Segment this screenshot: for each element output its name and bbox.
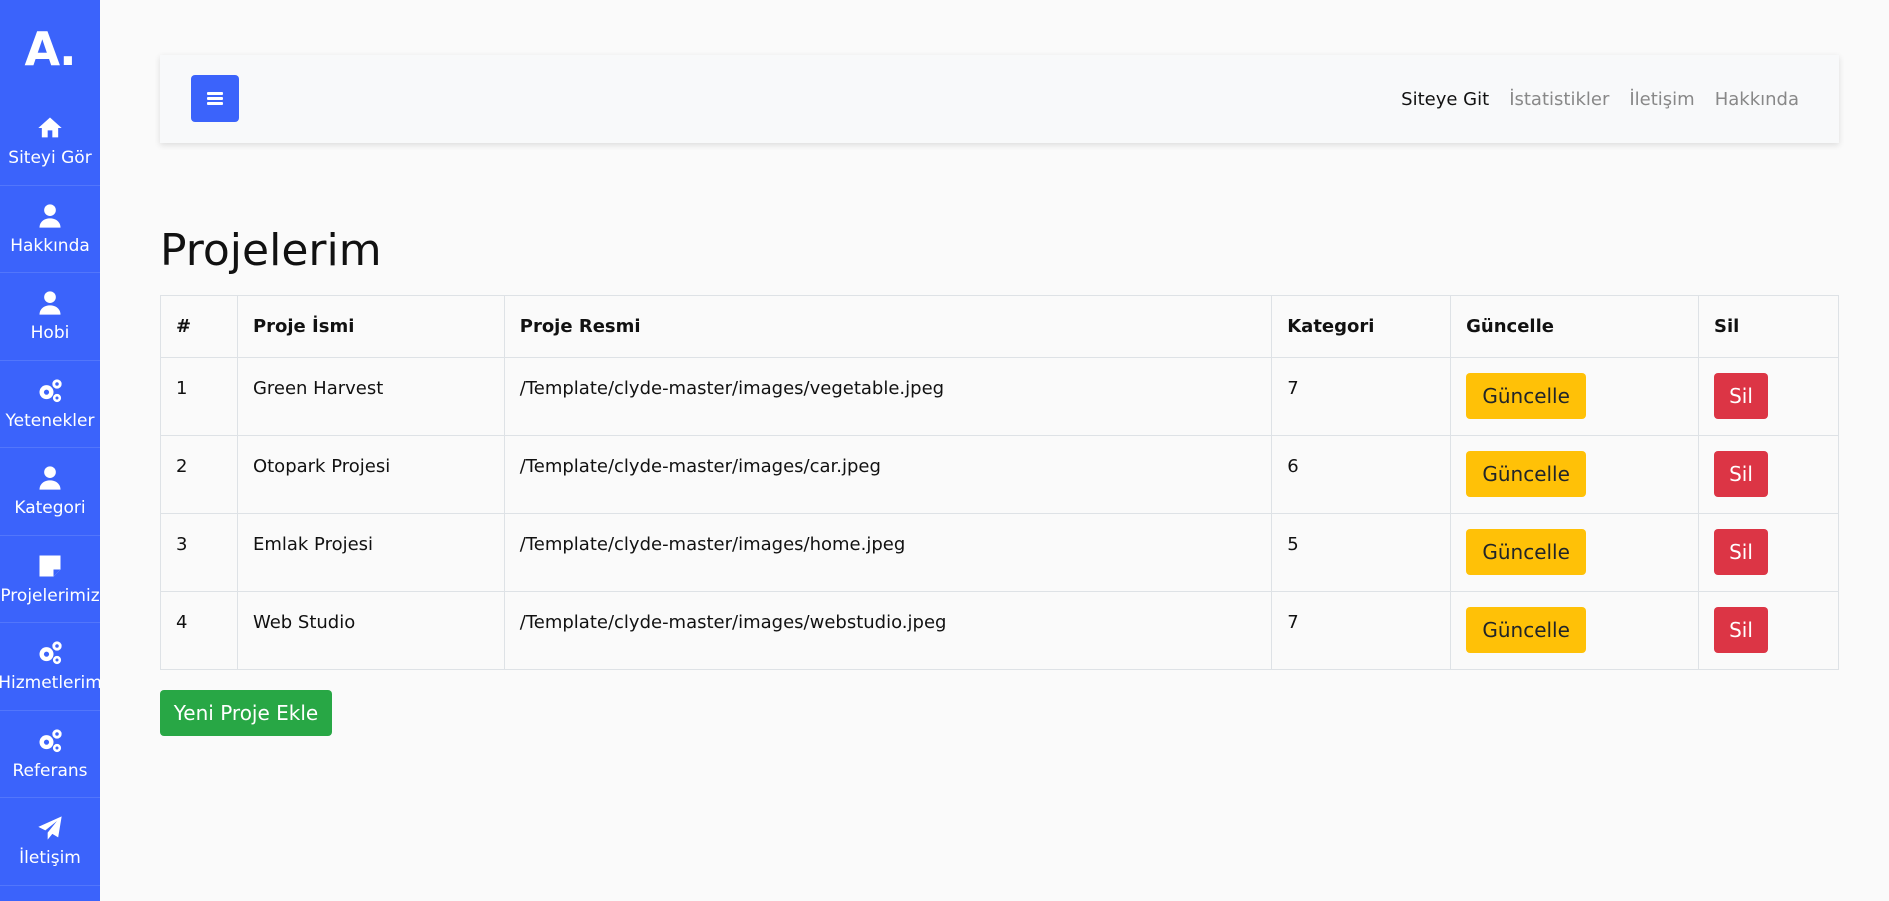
delete-button[interactable]: Sil	[1714, 529, 1769, 575]
table-row: 2 Otopark Projesi /Template/clyde-master…	[160, 435, 1839, 514]
nav-link-hakkinda[interactable]: Hakkında	[1715, 89, 1799, 110]
cell-name: Emlak Projesi	[236, 513, 505, 592]
update-button[interactable]: Güncelle	[1466, 529, 1587, 575]
gears-icon	[39, 379, 62, 402]
cell-delete: Sil	[1698, 591, 1839, 670]
nav-link-istatistikler[interactable]: İstatistikler	[1509, 89, 1609, 110]
top-navbar: Siteye Git İstatistikler İletişim Hakkın…	[160, 55, 1839, 143]
cell-image-path: /Template/clyde-master/images/webstudio.…	[503, 591, 1273, 670]
cell-name: Otopark Projesi	[236, 435, 505, 514]
gears-icon	[39, 641, 62, 665]
logo-dot: .	[59, 22, 77, 76]
sidebar-item-label: Kategori	[14, 498, 86, 519]
sidebar-toggle-button[interactable]	[191, 75, 239, 122]
cell-category: 7	[1271, 357, 1452, 436]
home-icon	[38, 117, 62, 138]
sidebar-item-label: Hizmetlerim	[0, 673, 100, 694]
sidebar-item-hakkinda[interactable]: Hakkında	[0, 186, 100, 273]
cell-category: 7	[1271, 591, 1452, 670]
update-button[interactable]: Güncelle	[1466, 607, 1587, 653]
update-button[interactable]: Güncelle	[1466, 373, 1587, 419]
column-header-image: Proje Resmi	[503, 295, 1273, 358]
page-title: Projelerim	[160, 225, 382, 276]
column-header-number: #	[160, 295, 238, 358]
column-header-delete: Sil	[1698, 295, 1839, 358]
add-project-button[interactable]: Yeni Proje Ekle	[160, 690, 332, 736]
sidebar-item-label: Yetenekler	[5, 410, 95, 431]
sidebar-item-label: Projelerimiz	[0, 585, 100, 606]
cell-category: 6	[1271, 435, 1452, 514]
sidebar-item-hizmetlerim[interactable]: Hizmetlerim	[0, 623, 100, 711]
cell-image-path: /Template/clyde-master/images/vegetable.…	[503, 357, 1273, 436]
user-icon	[39, 291, 61, 315]
sidebar-item-referans[interactable]: Referans	[0, 711, 100, 798]
bars-icon	[207, 92, 223, 105]
column-header-update: Güncelle	[1450, 295, 1700, 358]
column-header-name: Proje İsmi	[236, 295, 505, 358]
sidebar-item-label: Referans	[12, 760, 88, 781]
sidebar-item-label: Hakkında	[10, 235, 90, 256]
sticky-note-icon	[39, 555, 61, 577]
delete-button[interactable]: Sil	[1714, 373, 1769, 419]
cell-category: 5	[1271, 513, 1452, 592]
nav-link-siteye-git[interactable]: Siteye Git	[1401, 89, 1489, 110]
nav-link-iletisim[interactable]: İletişim	[1629, 89, 1694, 110]
cell-name: Green Harvest	[236, 357, 505, 436]
logo-letter: A	[24, 22, 60, 76]
sidebar-item-kategori[interactable]: Kategori	[0, 448, 100, 536]
delete-button[interactable]: Sil	[1714, 607, 1769, 653]
sidebar-item-label: Hobi	[30, 323, 70, 344]
user-icon	[39, 204, 61, 228]
cell-update: Güncelle	[1450, 591, 1700, 670]
cell-name: Web Studio	[236, 591, 505, 670]
cell-id: 2	[160, 435, 238, 514]
sidebar-item-label: İletişim	[19, 848, 81, 869]
cell-update: Güncelle	[1450, 435, 1700, 514]
cell-id: 4	[160, 591, 238, 670]
sidebar-item-iletisim[interactable]: İletişim	[0, 798, 100, 886]
cell-delete: Sil	[1698, 435, 1839, 514]
logo[interactable]: A.	[0, 0, 100, 98]
sidebar-item-label: Siteyi Gör	[8, 148, 92, 169]
cell-delete: Sil	[1698, 513, 1839, 592]
sidebar-item-yetenekler[interactable]: Yetenekler	[0, 361, 100, 448]
table-row: 4 Web Studio /Template/clyde-master/imag…	[160, 591, 1839, 670]
cell-image-path: /Template/clyde-master/images/car.jpeg	[503, 435, 1273, 514]
cell-image-path: /Template/clyde-master/images/home.jpeg	[503, 513, 1273, 592]
cell-delete: Sil	[1698, 357, 1839, 436]
projects-table: # Proje İsmi Proje Resmi Kategori Güncel…	[160, 295, 1839, 670]
cell-id: 1	[160, 357, 238, 436]
sidebar-item-siteyi-gor[interactable]: Siteyi Gör	[0, 98, 100, 186]
sidebar-item-hobi[interactable]: Hobi	[0, 273, 100, 361]
column-header-category: Kategori	[1271, 295, 1452, 358]
sidebar-item-projelerimiz[interactable]: Projelerimiz	[0, 536, 100, 623]
update-button[interactable]: Güncelle	[1466, 451, 1587, 497]
table-row: 1 Green Harvest /Template/clyde-master/i…	[160, 357, 1839, 436]
top-nav-links: Siteye Git İstatistikler İletişim Hakkın…	[1381, 55, 1799, 143]
sidebar: A. Siteyi Gör Hakkında Hobi Yetenekler K…	[0, 0, 100, 901]
gears-icon	[39, 729, 62, 752]
table-row: 3 Emlak Projesi /Template/clyde-master/i…	[160, 513, 1839, 592]
cell-update: Güncelle	[1450, 357, 1700, 436]
cell-update: Güncelle	[1450, 513, 1700, 592]
paper-plane-icon	[38, 816, 62, 840]
user-icon	[39, 466, 61, 490]
cell-id: 3	[160, 513, 238, 592]
table-header-row: # Proje İsmi Proje Resmi Kategori Güncel…	[160, 295, 1839, 358]
delete-button[interactable]: Sil	[1714, 451, 1769, 497]
